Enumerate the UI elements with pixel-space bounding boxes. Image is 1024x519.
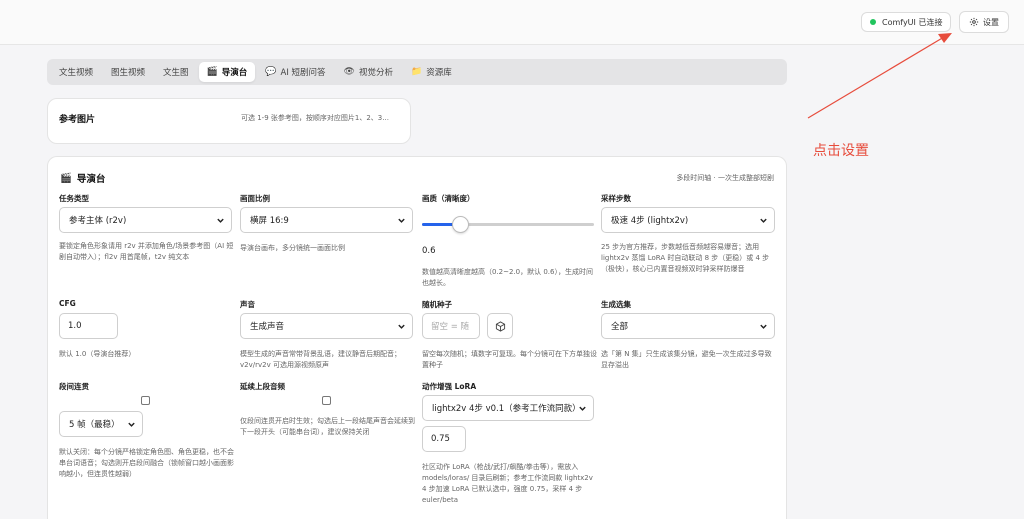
annotation-arrow-icon (807, 33, 952, 119)
